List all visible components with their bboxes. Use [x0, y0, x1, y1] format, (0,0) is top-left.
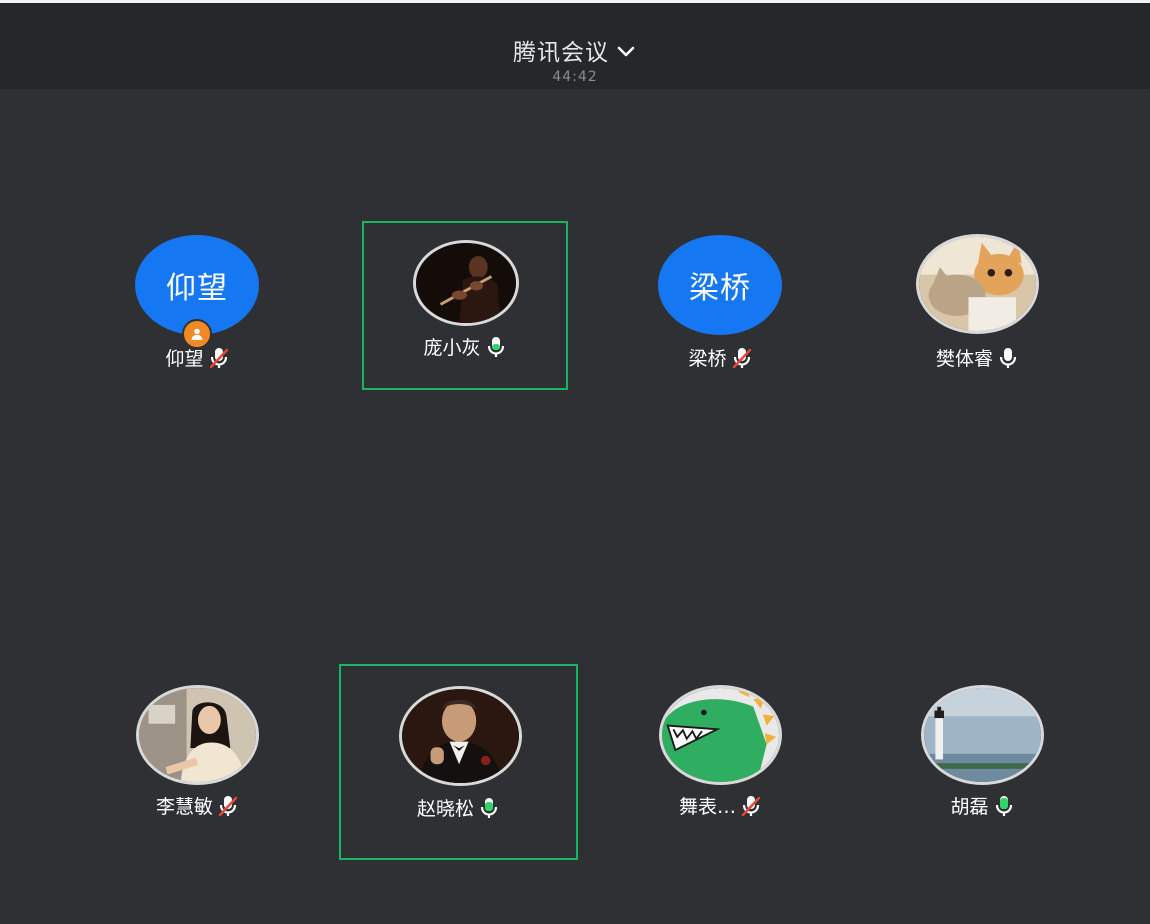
mic-active-icon[interactable]: [485, 335, 507, 359]
host-icon: [191, 328, 203, 340]
meeting-timer: 44:42: [552, 69, 598, 85]
mic-active-icon[interactable]: [478, 796, 500, 820]
mic-muted-icon[interactable]: [740, 794, 762, 818]
meeting-header: 腾讯会议 44:42: [0, 0, 1150, 89]
participant-name: 仰望: [165, 348, 204, 370]
participant-name: 胡磊: [950, 796, 989, 818]
meeting-stage: 腾讯会议 44:42 仰望 仰望 庞小灰 梁桥 梁桥 樊体睿 李慧敏 赵晓松 舞…: [0, 0, 1150, 924]
participant-name: 樊体睿: [935, 348, 993, 370]
avatar: 梁桥: [658, 235, 782, 335]
participant-name: 梁桥: [688, 348, 727, 370]
mic-on-icon[interactable]: [997, 346, 1019, 370]
mic-muted-icon[interactable]: [217, 794, 239, 818]
godfather-photo: [402, 689, 519, 783]
participant-tile[interactable]: 樊体睿: [890, 222, 1065, 392]
participant-name-row: 舞表…: [633, 792, 808, 819]
participant-name: 舞表…: [678, 796, 736, 818]
woman-photo: [139, 688, 256, 782]
participant-name-row: 胡磊: [895, 792, 1070, 819]
meeting-title: 腾讯会议: [513, 40, 609, 66]
mic-muted-icon[interactable]: [731, 346, 753, 370]
participant-tile[interactable]: 梁桥 梁桥: [633, 222, 808, 392]
participant-name-row: 李慧敏: [110, 792, 285, 819]
participant-tile[interactable]: 仰望 仰望: [110, 222, 285, 392]
green-dinosaur-photo: [662, 688, 779, 782]
flute-player-photo: [416, 243, 516, 323]
participant-name: 庞小灰: [423, 337, 481, 359]
avatar: [659, 685, 782, 785]
participant-name-row: 梁桥: [633, 344, 808, 371]
participant-tile-speaking[interactable]: 赵晓松: [339, 664, 578, 860]
participant-name-row: 仰望: [110, 344, 285, 371]
participant-tile[interactable]: 舞表…: [633, 670, 808, 840]
participant-name: 赵晓松: [416, 798, 474, 820]
avatar: [136, 685, 259, 785]
lighthouse-photo: [924, 688, 1041, 782]
avatar: [916, 234, 1039, 334]
participant-name-row: 赵晓松: [341, 794, 576, 821]
participant-tile-speaking[interactable]: 庞小灰: [362, 221, 568, 390]
participant-tile[interactable]: 李慧敏: [110, 670, 285, 840]
mic-active-icon[interactable]: [993, 794, 1015, 818]
participant-name-row: 庞小灰: [364, 333, 566, 360]
avatar: [413, 240, 519, 326]
participant-tile[interactable]: 胡磊: [895, 670, 1070, 840]
cat-photo: [919, 237, 1036, 331]
avatar: [399, 686, 522, 786]
avatar: [921, 685, 1044, 785]
participant-name: 李慧敏: [155, 796, 213, 818]
chevron-down-icon: [617, 46, 635, 57]
meeting-title-dropdown[interactable]: 腾讯会议: [0, 33, 1150, 67]
mic-muted-icon[interactable]: [208, 346, 230, 370]
participant-name-row: 樊体睿: [890, 344, 1065, 371]
